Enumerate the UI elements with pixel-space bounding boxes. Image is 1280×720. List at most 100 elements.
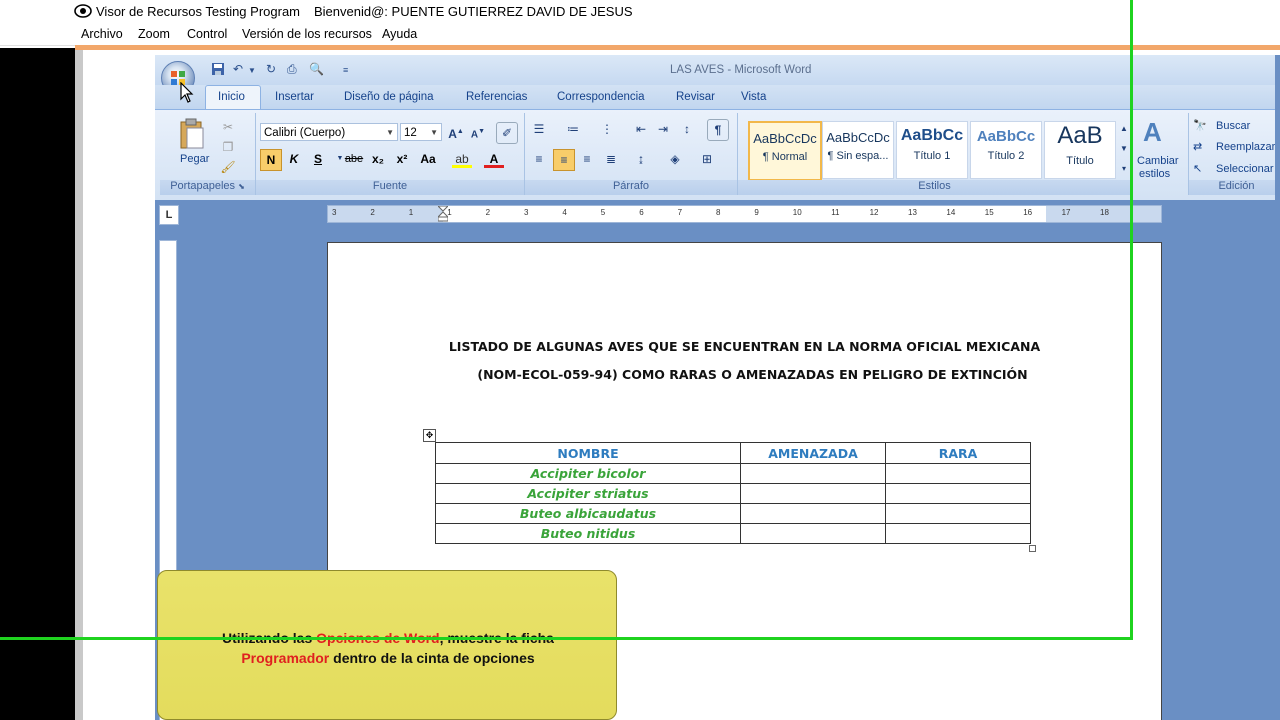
change-case-button[interactable]: Aa <box>416 149 440 169</box>
font-color-icon[interactable]: A <box>484 149 504 169</box>
amenazada-cell[interactable] <box>740 463 886 484</box>
save-icon[interactable] <box>211 62 225 80</box>
bold-button[interactable]: N <box>260 149 282 171</box>
italic-button[interactable]: K <box>284 149 304 169</box>
rara-cell[interactable] <box>885 503 1031 524</box>
document-heading-line2: (NOM-ECOL-059-94) COMO RARAS O AMENAZADA… <box>477 367 1028 382</box>
strikethrough-button[interactable]: abe <box>342 149 366 169</box>
horizontal-ruler[interactable]: 3 2 1 1 2 3 4 5 6 7 8 9 10 11 12 13 14 15 16 17 18 <box>327 205 1162 223</box>
align-center-icon[interactable]: ≡ <box>553 149 575 171</box>
undo-dropdown-icon[interactable]: ▼ <box>248 66 256 84</box>
group-label-parrafo: Párrafo <box>525 180 737 195</box>
format-painter-icon[interactable]: 🖌 <box>218 157 238 177</box>
species-name-cell[interactable]: Accipiter bicolor <box>435 463 741 484</box>
superscript-button[interactable]: x² <box>392 149 412 169</box>
numbering-icon[interactable]: ≔ <box>563 119 583 139</box>
species-name-cell[interactable]: Buteo albicaudatus <box>435 503 741 524</box>
tab-selector[interactable]: L <box>159 205 179 225</box>
style-titulo-1[interactable]: AaBbCc Título 1 <box>896 121 968 179</box>
ruler-number: 14 <box>946 208 956 217</box>
group-parrafo: ☰ ≔ ⋮ ⇤ ⇥ ↕ ¶ ≡ ≡ ≡ ≣ ↨ ◈ ⊞ Párrafo <box>525 113 738 195</box>
species-name-cell[interactable]: Buteo nitidus <box>435 523 741 544</box>
customize-qat-icon[interactable]: ≡ <box>343 65 348 83</box>
underline-button[interactable]: S <box>308 149 328 169</box>
replace-button[interactable]: Reemplazar <box>1216 141 1275 153</box>
menu-zoom[interactable]: Zoom <box>138 27 170 41</box>
tab-correspondencia[interactable]: Correspondencia <box>557 91 645 103</box>
copy-icon[interactable]: ❐ <box>218 137 238 157</box>
menu-version-recursos[interactable]: Versión de los recursos <box>242 27 372 41</box>
table-row: Accipiter bicolor <box>435 463 1031 484</box>
table-resize-handle[interactable] <box>1029 545 1036 552</box>
select-icon: ↖ <box>1193 163 1203 175</box>
table-move-handle-icon[interactable]: ✥ <box>423 429 436 442</box>
ruler-margin-left <box>328 206 443 222</box>
ruler-number: 1 <box>408 208 414 217</box>
amenazada-cell[interactable] <box>740 503 886 524</box>
amenazada-cell[interactable] <box>740 483 886 504</box>
subscript-button[interactable]: x₂ <box>368 149 388 169</box>
tab-diseno-pagina[interactable]: Diseño de página <box>344 91 434 103</box>
host-app-title: Visor de Recursos Testing Program <box>96 4 301 19</box>
redo-icon[interactable]: ↻ <box>266 62 276 80</box>
menu-ayuda[interactable]: Ayuda <box>382 27 417 41</box>
rara-cell[interactable] <box>885 523 1031 544</box>
chevron-down-icon: ▼ <box>430 128 438 137</box>
grow-font-icon[interactable]: A▲ <box>446 122 466 142</box>
rara-cell[interactable] <box>885 463 1031 484</box>
dialog-launcher-icon[interactable]: ⬊ <box>238 182 245 191</box>
select-button[interactable]: Seleccionar <box>1216 163 1273 175</box>
paste-button-label[interactable]: Pegar <box>180 153 209 165</box>
font-name-combo[interactable]: Calibri (Cuerpo) ▼ <box>260 123 398 141</box>
ruler-number: 3 <box>524 208 529 217</box>
menu-control[interactable]: Control <box>187 27 227 41</box>
left-white-strip <box>83 50 155 720</box>
group-label-edicion: Edición <box>1189 180 1280 195</box>
menu-archivo[interactable]: Archivo <box>81 27 123 41</box>
align-right-icon[interactable]: ≡ <box>577 149 597 169</box>
ruler-number: 2 <box>370 208 375 217</box>
style-sin-espaciado[interactable]: AaBbCcDc ¶ Sin espa... <box>822 121 894 179</box>
shading-icon[interactable]: ◈ <box>665 149 685 169</box>
paste-icon[interactable] <box>178 118 206 150</box>
clear-format-icon[interactable]: ✐ <box>496 122 518 144</box>
tab-inicio[interactable]: Inicio <box>218 91 245 103</box>
rara-cell[interactable] <box>885 483 1031 504</box>
print-icon[interactable]: ⎙ <box>287 62 297 80</box>
group-label-fuente: Fuente <box>256 180 524 195</box>
style-normal[interactable]: AaBbCcDc ¶ Normal <box>748 121 822 181</box>
welcome-text: Bienvenid@: PUENTE GUTIERREZ DAVID DE JE… <box>314 4 633 19</box>
tab-insertar[interactable]: Insertar <box>275 91 314 103</box>
justify-icon[interactable]: ≣ <box>601 149 621 169</box>
shrink-font-icon[interactable]: A▼ <box>468 122 488 142</box>
tab-referencias[interactable]: Referencias <box>466 91 527 103</box>
table-row: Buteo albicaudatus <box>435 503 1031 524</box>
bullets-icon[interactable]: ☰ <box>529 119 549 139</box>
borders-icon[interactable]: ⊞ <box>697 149 717 169</box>
print-preview-icon[interactable]: 🔍 <box>309 62 324 80</box>
ruler-number: 13 <box>908 208 917 217</box>
undo-icon[interactable]: ↶ <box>233 62 243 80</box>
amenazada-cell[interactable] <box>740 523 886 544</box>
tab-revisar[interactable]: Revisar <box>676 91 715 103</box>
decrease-indent-icon[interactable]: ⇤ <box>631 119 651 139</box>
find-button[interactable]: Buscar <box>1216 120 1250 132</box>
species-name-cell[interactable]: Accipiter striatus <box>435 483 741 504</box>
style-titulo[interactable]: AaB Título <box>1044 121 1116 179</box>
change-styles-button[interactable]: A Cambiar estilos <box>1133 113 1185 183</box>
line-spacing-icon[interactable]: ↨ <box>631 149 651 169</box>
style-titulo-2[interactable]: AaBbCc Título 2 <box>970 121 1042 179</box>
font-size-combo[interactable]: 12 ▼ <box>400 123 442 141</box>
show-marks-button[interactable]: ¶ <box>707 119 729 141</box>
align-left-icon[interactable]: ≡ <box>529 149 549 169</box>
tab-vista[interactable]: Vista <box>741 91 766 103</box>
increase-indent-icon[interactable]: ⇥ <box>653 119 673 139</box>
sort-icon[interactable]: ↕ <box>677 119 697 139</box>
cut-icon[interactable]: ✂ <box>218 117 238 137</box>
replace-icon: ⇄ <box>1193 141 1203 153</box>
multilevel-list-icon[interactable]: ⋮ <box>597 119 617 139</box>
indent-marker-icon[interactable] <box>436 205 450 222</box>
species-table: NOMBRE AMENAZADA RARA Accipiter bicolor … <box>435 442 1031 544</box>
highlight-icon[interactable]: ab <box>452 149 472 169</box>
host-divider <box>75 45 1280 50</box>
